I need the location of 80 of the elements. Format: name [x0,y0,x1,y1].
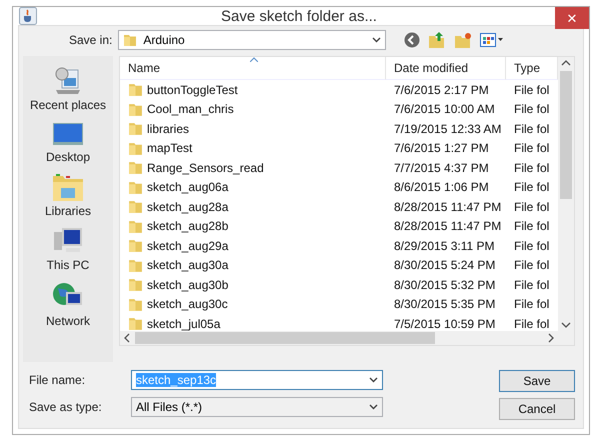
folder-icon [128,218,143,234]
table-cell-text: File fol [513,276,550,294]
file-name-cell[interactable]: sketch_aug30b [120,275,386,294]
folder-icon [128,296,143,312]
table-cell-text: File fol [513,218,550,236]
folder-icon [128,121,143,136]
dialog-button[interactable]: Cancel [499,398,575,420]
table-cell-text: 8/28/2015 11:47 PM [393,218,502,236]
table-cell-text: 7/5/2015 10:59 PM [393,316,496,333]
place-label[interactable]: Network [46,314,90,328]
table-cell-text: 8/30/2015 5:24 PM [393,257,496,274]
folder-icon [128,238,143,254]
place-label[interactable]: Recent places [30,98,106,112]
file-name-cell[interactable]: mapTest [120,138,386,158]
table-cell-text: 7/19/2015 12:33 AM [393,120,502,138]
file-name-cell[interactable]: Range_Sensors_read [120,158,386,178]
folder-up-icon[interactable] [428,32,446,48]
file-name-cell[interactable]: sketch_aug28b [120,216,386,236]
view-menu-icon[interactable] [480,32,504,48]
column-header[interactable]: Name [120,57,386,80]
horizontal-scrollbar[interactable] [120,331,574,345]
table-cell-text: 8/6/2015 1:06 PM [393,179,490,196]
file-name-cell[interactable]: sketch_aug30a [120,256,386,275]
file-name-cell[interactable]: sketch_aug28a [120,197,386,216]
folder-icon [128,316,143,332]
table-cell-text: File fol [513,198,550,216]
file-name-cell[interactable]: Cool_man_chris [120,100,386,119]
table-cell-text: File fol [513,179,550,196]
folder-icon [128,102,143,117]
folder-icon [128,199,143,214]
table-cell-text: 7/6/2015 10:00 AM [393,101,496,118]
dialog-button[interactable]: Save [499,370,575,392]
file-name-cell[interactable]: sketch_jul05a [120,314,386,334]
place-label[interactable]: This PC [46,258,90,272]
table-cell-text: 8/30/2015 5:35 PM [393,296,496,314]
back-icon[interactable] [404,32,420,48]
folder-icon [128,160,143,176]
new-folder-icon[interactable] [454,32,472,48]
folder-icon [123,33,138,47]
file-name-cell[interactable]: sketch_aug30c [120,294,386,314]
save-in-label: Save in: [69,33,112,47]
table-cell-text: 7/6/2015 2:17 PM [393,82,490,99]
save-as-type-label: Save as type: [29,400,103,414]
caret-icon [369,404,378,410]
folder-icon [128,258,143,273]
file-name-cell[interactable]: sketch_aug06a [120,178,386,197]
place-label[interactable]: Libraries [44,204,92,218]
file-name-label: File name: [29,373,86,387]
caret-icon [369,377,378,383]
folder-icon [128,277,143,292]
libraries-icon [52,172,84,202]
folder-icon [128,82,143,98]
vertical-scrollbar[interactable] [558,57,574,331]
place-label[interactable]: Desktop [46,150,90,164]
caret-icon [372,37,382,43]
desktop-icon [52,120,84,148]
table-cell-text: File fol [513,101,550,118]
table-cell-text: File fol [513,120,550,138]
file-name-cell[interactable]: buttonToggleTest [120,80,386,100]
table-cell-text: File fol [513,82,550,99]
folder-icon [128,180,143,195]
save-as-type-dropdown[interactable]: All Files (*.*) [131,397,383,417]
column-header[interactable]: Date modified [386,57,506,80]
table-cell-text: File fol [513,316,550,333]
table-cell-text: 7/6/2015 1:27 PM [393,140,490,158]
table-cell-text: 8/29/2015 3:11 PM [393,238,496,255]
table-cell-text: File fol [513,238,550,255]
table-cell-text: File fol [513,140,550,158]
table-cell-text: 8/28/2015 11:47 PM [393,198,502,216]
table-cell-text: File fol [513,160,550,177]
file-name-cell[interactable]: libraries [120,119,386,138]
window-title: Save sketch folder as... [220,8,378,24]
table-cell-text: 7/7/2015 4:37 PM [393,160,490,177]
table-cell-text: File fol [513,257,550,274]
file-name-cell[interactable]: sketch_aug29a [120,236,386,256]
table-cell-text: File fol [513,296,550,314]
folder-icon [128,140,143,156]
table-cell-text: 8/30/2015 5:32 PM [393,276,496,294]
close-button[interactable]: ✕ [555,7,589,29]
save-in-dropdown[interactable]: Arduino [118,30,386,50]
